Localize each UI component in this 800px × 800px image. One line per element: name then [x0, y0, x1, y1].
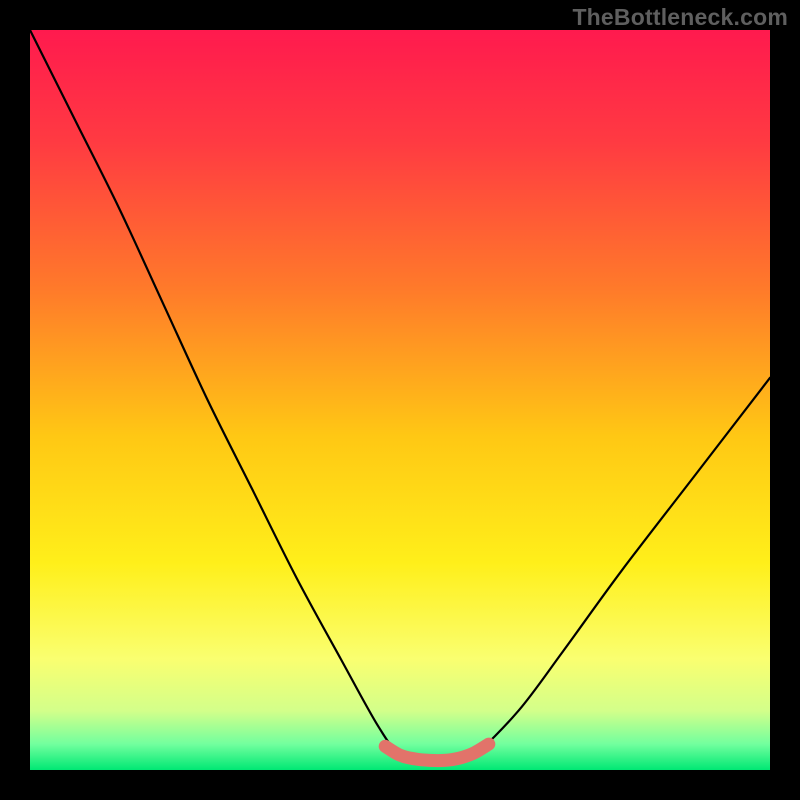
sweet-spot-band	[385, 744, 489, 761]
plot-area	[30, 30, 770, 770]
watermark-text: TheBottleneck.com	[572, 4, 788, 31]
bottleneck-curve	[30, 30, 770, 764]
chart-svg	[30, 30, 770, 770]
chart-frame: TheBottleneck.com	[0, 0, 800, 800]
